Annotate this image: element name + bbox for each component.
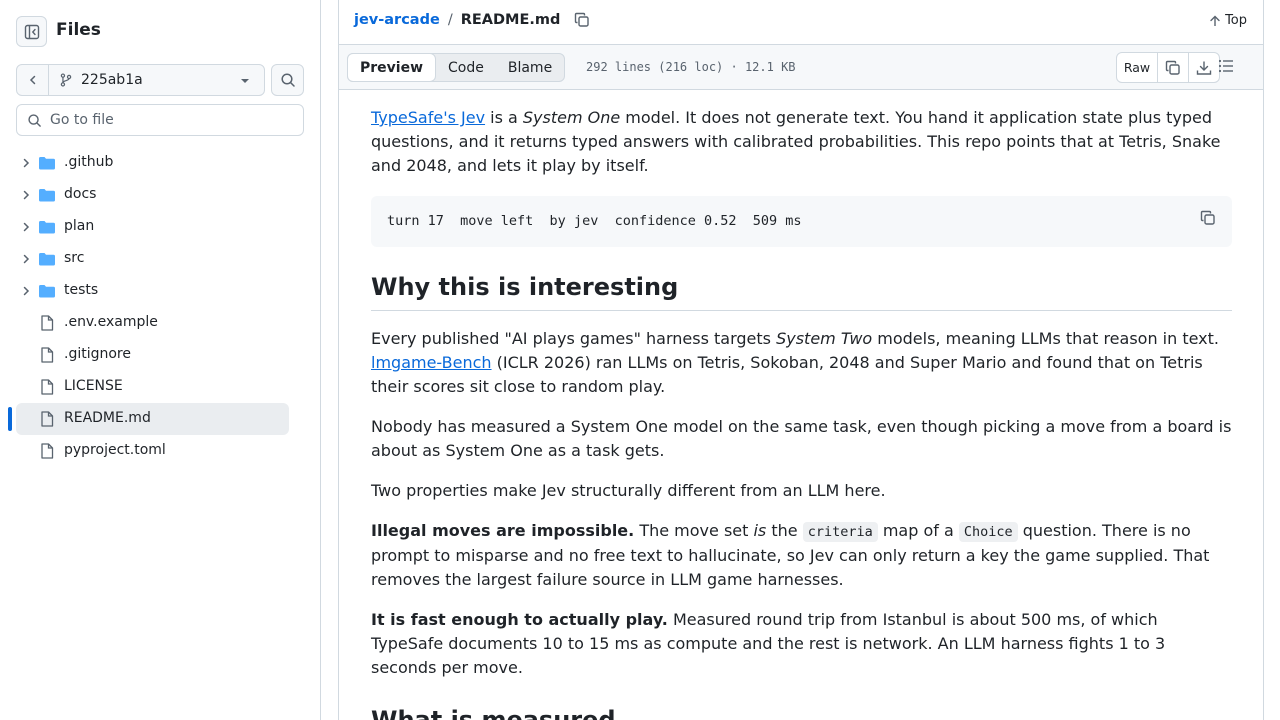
tree-item-label: LICENSE [64,378,123,394]
intro-paragraph: TypeSafe's Jev is a System One model. It… [371,108,1221,175]
heading-why-interesting: Why this is interesting [371,271,1232,311]
folder-icon [39,221,55,234]
tree-item-label: .gitignore [64,346,131,362]
file-toolbar: Preview Code Blame 292 lines (216 loc) ·… [339,45,1263,90]
copy-raw-button[interactable] [1157,53,1188,82]
copy-icon [1200,210,1215,225]
caret-down-icon [241,79,249,83]
git-branch-icon [60,73,72,87]
branch-name: 225ab1a [81,72,143,88]
sidebar-title: Files [56,20,101,40]
tree-item-gitignore[interactable]: .gitignore [16,339,289,371]
chevron-right-icon [23,286,30,296]
tree-item-env-example[interactable]: .env.example [16,307,289,339]
tree-item-docs[interactable]: docs [16,179,289,211]
chevron-right-icon [23,158,30,168]
chevron-right-icon [23,190,30,200]
file-viewer: jev-arcade / README.md Top Preview Code … [338,0,1264,720]
chevron-left-icon [29,75,35,85]
arrow-up-icon [1210,15,1220,26]
tree-item-label: docs [64,186,97,202]
download-button[interactable] [1188,53,1219,82]
file-icon [41,347,54,363]
tree-item-label: tests [64,282,99,298]
copy-icon [575,12,590,27]
code-line: turn 17 move left by jev confidence 0.52… [387,213,802,229]
copy-icon [1165,60,1180,75]
raw-button[interactable]: Raw [1117,53,1157,82]
search-icon [280,73,295,87]
tree-item-label: .env.example [64,314,158,330]
file-icon [41,315,54,331]
chevron-right-icon [23,222,30,232]
breadcrumb: jev-arcade / README.md [354,12,590,28]
file-header: jev-arcade / README.md Top [339,0,1263,45]
tab-code[interactable]: Code [436,54,496,81]
inline-code: criteria [802,522,878,542]
folder-icon [39,157,55,170]
tab-blame[interactable]: Blame [496,54,564,81]
paragraph-nobody-measured: Nobody has measured a System One model o… [371,417,1232,460]
top-label: Top [1225,13,1247,28]
outline-button[interactable] [1217,57,1235,75]
file-actions: Raw [1116,52,1220,83]
inline-code: Choice [958,522,1018,542]
tree-item-tests[interactable]: tests [16,275,289,307]
paragraph-system-two: Every published "AI plays games" harness… [371,329,1219,396]
tree-item-license[interactable]: LICENSE [16,371,289,403]
branch-selector[interactable]: 225ab1a [49,65,264,95]
breadcrumb-repo-link[interactable]: jev-arcade [354,12,440,28]
sidebar-collapse-icon [24,24,39,39]
typesafe-jev-link[interactable]: TypeSafe's Jev [371,108,485,127]
tree-item-label: src [64,250,85,266]
tree-item-label: .github [64,154,114,170]
folder-icon [39,253,55,266]
lmgame-bench-link[interactable]: lmgame-Bench [371,353,492,372]
chevron-right-icon [23,254,30,264]
code-block: turn 17 move left by jev confidence 0.52… [371,196,1232,247]
back-button[interactable] [17,65,49,95]
tree-item-readme[interactable]: README.md [8,403,289,435]
paragraph-fast-enough: It is fast enough to actually play. Meas… [371,610,1166,677]
file-icon [41,443,54,459]
search-files-button[interactable] [271,64,304,96]
file-tree: .github docs plan src tests .env.example [8,147,289,467]
file-icon [41,411,54,427]
tree-item-pyproject[interactable]: pyproject.toml [16,435,289,467]
branch-row: 225ab1a [16,64,265,96]
copy-code-button[interactable] [1200,210,1216,226]
file-icon [41,379,54,395]
tree-item-src[interactable]: src [16,243,289,275]
go-to-file-field[interactable] [16,104,304,136]
copy-path-button[interactable] [574,12,590,28]
folder-icon [39,285,55,298]
collapse-sidebar-button[interactable] [16,16,47,47]
tree-item-plan[interactable]: plan [16,211,289,243]
paragraph-illegal-moves: Illegal moves are impossible. The move s… [371,521,1210,589]
breadcrumb-file: README.md [460,12,561,28]
breadcrumb-separator: / [447,12,453,28]
file-tree-sidebar: Files 225ab1a Go to file .github docs pl… [0,0,321,720]
tree-item-label: README.md [64,410,151,426]
heading-what-measured: What is measured [371,704,1232,720]
go-to-file-input[interactable] [50,112,290,128]
search-icon [28,113,41,127]
list-unordered-icon [1218,59,1233,73]
readme-content: TypeSafe's Jev is a System One model. It… [371,90,1232,720]
folder-icon [39,189,55,202]
tab-preview[interactable]: Preview [347,53,437,82]
back-to-top-button[interactable]: Top [1209,13,1247,28]
paragraph-two-properties: Two properties make Jev structurally dif… [371,481,886,500]
tree-item-label: plan [64,218,95,234]
tree-item-label: pyproject.toml [64,442,166,458]
file-stats: 292 lines (216 loc) · 12.1 KB [586,60,796,74]
download-icon [1196,61,1212,75]
view-mode-switch: Preview Code Blame [347,53,566,82]
tree-item-github[interactable]: .github [16,147,289,179]
